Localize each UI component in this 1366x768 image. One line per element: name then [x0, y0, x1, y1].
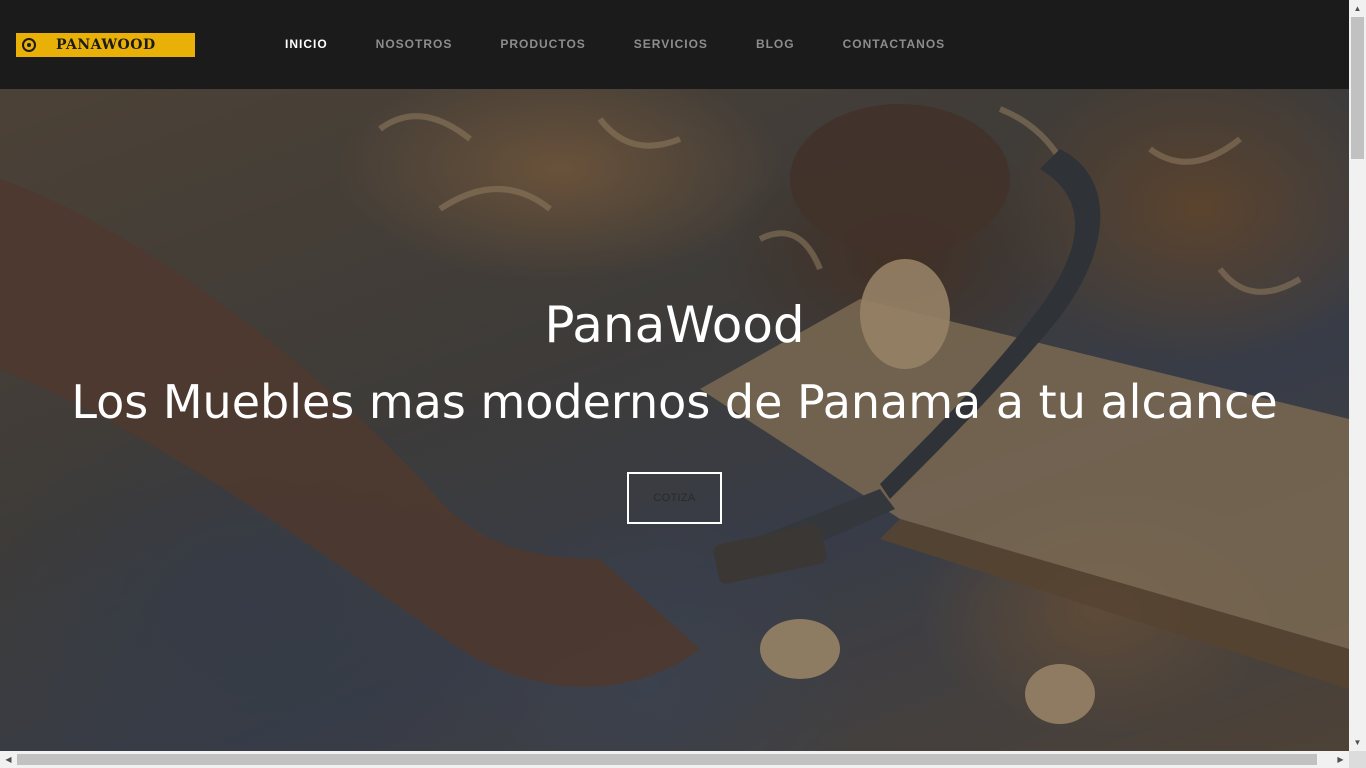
scroll-down-icon[interactable]: ▼ [1349, 734, 1366, 751]
hero-section: PanaWood Los Muebles mas modernos de Pan… [0, 89, 1349, 751]
scroll-right-icon[interactable]: ▶ [1332, 751, 1349, 768]
nav-item-productos[interactable]: PRODUCTOS [476, 36, 609, 52]
logo[interactable]: PANAWOOD [16, 33, 195, 57]
top-navbar: PANAWOOD INICIO NOSOTROS PRODUCTOS SERVI… [0, 0, 1349, 89]
hero-title: PanaWood [544, 296, 805, 354]
scroll-up-icon[interactable]: ▲ [1349, 0, 1366, 17]
scrollbar-corner [1349, 751, 1366, 768]
nav-item-blog[interactable]: BLOG [732, 36, 819, 52]
nav-item-nosotros[interactable]: NOSOTROS [352, 36, 477, 52]
nav-item-contactanos[interactable]: CONTACTANOS [819, 36, 970, 52]
horizontal-scroll-thumb[interactable] [17, 754, 1317, 765]
main-nav: INICIO NOSOTROS PRODUCTOS SERVICIOS BLOG… [261, 36, 969, 52]
logo-text: PANAWOOD [56, 37, 156, 53]
nav-item-inicio[interactable]: INICIO [261, 36, 352, 52]
gear-emblem-icon [22, 38, 36, 52]
vertical-scroll-thumb[interactable] [1351, 17, 1364, 159]
scroll-left-icon[interactable]: ◀ [0, 751, 17, 768]
nav-item-servicios[interactable]: SERVICIOS [610, 36, 732, 52]
cotiza-button[interactable]: COTIZA [627, 472, 722, 524]
horizontal-scrollbar[interactable]: ◀ ▶ [0, 751, 1349, 768]
vertical-scrollbar[interactable]: ▲ ▼ [1349, 0, 1366, 751]
hero-subtitle: Los Muebles mas modernos de Panama a tu … [71, 375, 1278, 429]
